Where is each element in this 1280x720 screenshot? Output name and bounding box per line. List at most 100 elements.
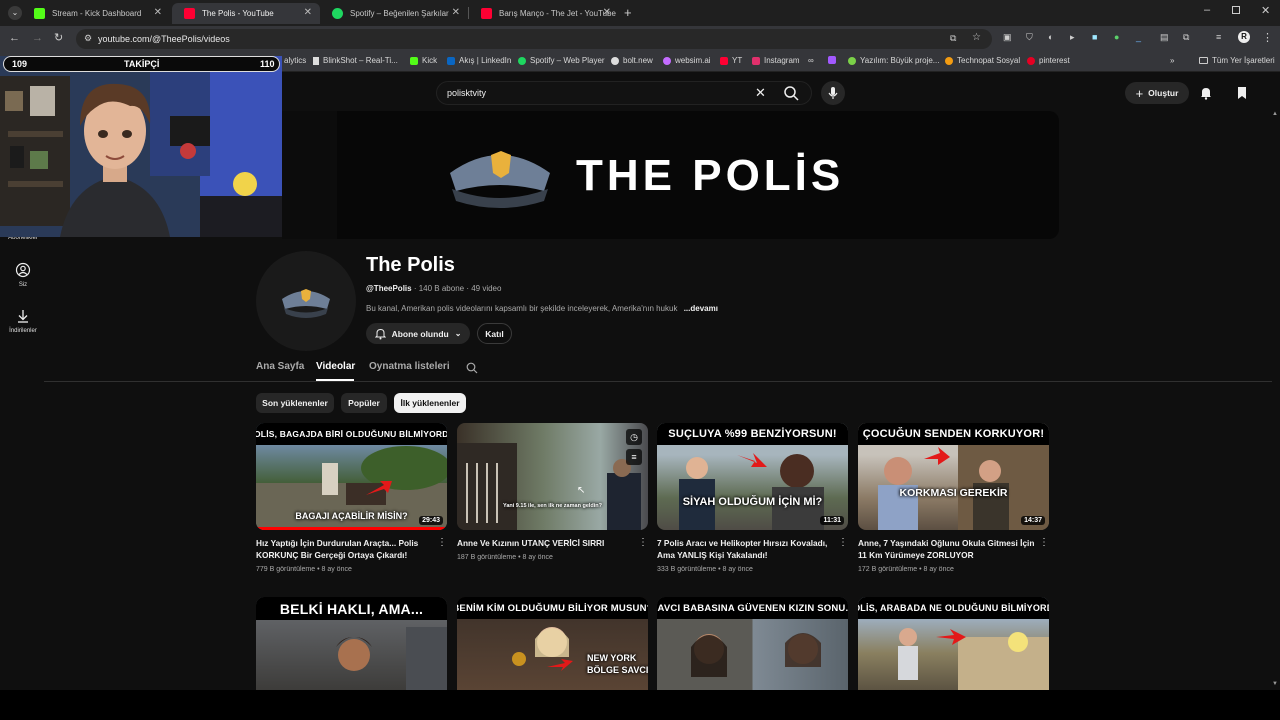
sidebar-item-downloads[interactable]: İndirilenler [4,308,42,334]
voice-search-button[interactable] [821,81,845,105]
extension-icon[interactable]: ▣ [1003,32,1012,43]
chip-oldest[interactable]: İlk yüklenenler [394,393,466,413]
profile-avatar-icon[interactable]: R [1238,31,1250,43]
add-to-queue-icon[interactable]: ≡ [626,449,642,465]
video-card[interactable]: SAVCI BABASINA GÜVENEN KIZIN SONU... [657,597,848,690]
video-title[interactable]: Anne Ve Kızının UTANÇ VERİCİ SIRRI [457,537,635,549]
watch-later-icon[interactable]: ◷ [626,429,642,445]
close-tab-icon[interactable]: ✕ [304,7,312,18]
tab-playlists[interactable]: Oynatma listeleri [369,361,450,372]
channel-description[interactable]: Bu kanal, Amerikan polis videolarını kap… [366,304,718,313]
bookmark-icon-only[interactable] [828,56,836,64]
scroll-up-icon[interactable]: ▲ [1272,111,1278,117]
video-thumbnail[interactable]: BELKİ HAKLI, AMA... [256,597,447,690]
minimize-window-icon[interactable]: – [1204,4,1210,16]
chip-popular[interactable]: Popüler [341,393,387,413]
video-card[interactable]: BENİM KİM OLDUĞUMU BİLİYOR MUSUN? NEW YO… [457,597,648,690]
tab-videos[interactable]: Videolar [316,361,355,372]
description-more-link[interactable]: ...devamı [684,304,718,313]
forward-icon[interactable]: → [32,32,43,44]
channel-search-icon[interactable] [466,361,478,379]
browser-tab-spotify[interactable]: Spotify – Beğenilen Şarkılar ✕ [320,3,468,24]
extension-icon[interactable]: ● [1114,32,1119,42]
site-info-icon[interactable]: ⚙ [84,33,92,44]
browser-tab-youtube[interactable]: The Polis - YouTube ✕ [172,3,320,24]
browser-menu-icon[interactable]: ⋮ [1262,31,1273,44]
browser-tab-youtube-2[interactable]: Barış Manço - The Jet - YouTube ✕ [469,3,619,24]
page-scrollbar[interactable]: ▲ ▼ [1272,111,1280,690]
new-tab-icon[interactable]: + [624,5,632,20]
close-window-icon[interactable]: ✕ [1261,4,1270,17]
more-actions-icon[interactable]: ⋮ [1039,537,1049,548]
maximize-window-icon[interactable] [1232,6,1240,14]
video-card[interactable]: SUÇLUYA %99 BENZİYORSUN! SİYAH OLDUĞUM İ… [657,423,848,573]
create-button[interactable]: + Oluştur [1125,82,1189,104]
all-bookmarks-folder[interactable]: Tüm Yer İşaretleri [1199,56,1275,65]
clear-search-icon[interactable]: ✕ [755,85,766,101]
chip-latest[interactable]: Son yüklenenler [256,393,334,413]
video-thumbnail[interactable]: POLİS, ARABADA NE OLDUĞUNU BİLMİYORDU [858,597,1049,690]
scroll-down-icon[interactable]: ▼ [1272,681,1278,687]
bookmark-item[interactable]: BlinkShot – Real-Ti... [313,56,398,65]
video-meta: 333 B görüntüleme • 8 ay önce [657,566,753,573]
bookmark-star-icon[interactable]: ☆ [972,32,981,43]
more-actions-icon[interactable]: ⋮ [838,537,848,548]
close-tab-icon[interactable]: ✕ [603,7,611,18]
join-button[interactable]: Katıl [477,323,512,344]
media-controls-icon[interactable]: ≡ [1216,32,1221,42]
channel-avatar[interactable] [256,251,356,351]
extension-icon[interactable]: ▸ [1070,32,1075,43]
bookmark-item[interactable]: Spotify – Web Player [518,56,605,65]
video-thumbnail[interactable]: BENİM KİM OLDUĞUMU BİLİYOR MUSUN? NEW YO… [457,597,648,690]
thumbnail-caption: POLİS, ARABADA NE OLDUĞUNU BİLMİYORDU [858,597,1049,619]
video-card[interactable]: ÇOCUĞUN SENDEN KORKUYOR! KORKMASI GEREKİ… [858,423,1049,573]
back-icon[interactable]: ← [9,32,20,44]
video-title[interactable]: 7 Polis Aracı ve Helikopter Hırsızı Kova… [657,537,835,561]
bookmark-item[interactable]: Instagram [752,56,800,65]
more-actions-icon[interactable]: ⋮ [437,537,447,548]
video-thumbnail[interactable]: ◷ ≡ Yani 9.15 ile, sen ilk ne zaman geld… [457,423,648,530]
extension-icon[interactable]: _ [1136,32,1141,42]
video-thumbnail[interactable]: ÇOCUĞUN SENDEN KORKUYOR! KORKMASI GEREKİ… [858,423,1049,530]
bookmark-item[interactable]: YT [720,56,742,65]
video-card[interactable]: POLİS, ARABADA NE OLDUĞUNU BİLMİYORDU [858,597,1049,690]
shield-extension-icon[interactable]: ⛉ [1026,32,1033,43]
tab-home[interactable]: Ana Sayfa [256,361,304,372]
video-card[interactable]: POLİS, BAGAJDA BİRİ OLDUĞUNU BİLMİYORDU … [256,423,447,573]
video-card[interactable]: BELKİ HAKLI, AMA... [256,597,447,690]
bookmark-item[interactable]: websim.ai [663,56,711,65]
extension-icon[interactable]: ■ [1092,32,1097,42]
bookmark-item[interactable]: Yazılım: Büyük proje... [848,56,939,65]
close-tab-icon[interactable]: ✕ [154,7,162,18]
extension-icon[interactable]: ◐ [1048,32,1053,42]
video-title[interactable]: Anne, 7 Yaşındaki Oğlunu Okula Gitmesi İ… [858,537,1036,561]
bookmark-item[interactable]: Technopat Sosyal [945,56,1020,65]
bookmark-item[interactable]: Kick [410,56,437,65]
install-app-icon[interactable]: ⧉ [950,33,956,44]
browser-tab-kick[interactable]: Stream - Kick Dashboard ✕ [22,3,170,24]
bookmark-icon-only[interactable]: ∞ [808,56,814,65]
sidebar-item-you[interactable]: Siz [4,262,42,288]
extension-icon[interactable]: ▤ [1160,32,1169,43]
video-card[interactable]: ◷ ≡ Yani 9.15 ile, sen ilk ne zaman geld… [457,423,648,561]
account-avatar-icon[interactable] [1236,86,1248,100]
tab-search-icon[interactable]: ⌄ [8,6,22,20]
bookmark-item[interactable]: alytics [284,56,306,65]
close-tab-icon[interactable]: ✕ [452,7,460,18]
more-bookmarks-icon[interactable]: » [1170,56,1174,65]
video-thumbnail[interactable]: POLİS, BAGAJDA BİRİ OLDUĞUNU BİLMİYORDU … [256,423,447,530]
search-button[interactable] [774,81,810,105]
address-bar[interactable]: ⚙ youtube.com/@TheePolis/videos ⧉ ☆ [76,29,992,49]
bookmark-item[interactable]: bolt.new [611,56,653,65]
extensions-puzzle-icon[interactable]: ⧉ [1183,32,1189,43]
bookmark-item[interactable]: Akış | LinkedIn [447,56,511,65]
video-title[interactable]: Hız Yaptığı İçin Durdurulan Araçta... Po… [256,537,434,561]
bookmark-item[interactable]: pinterest [1027,56,1070,65]
reload-icon[interactable]: ↻ [54,31,63,44]
notifications-bell-icon[interactable] [1199,86,1213,105]
subscribed-button[interactable]: Abone olundu ⌄ [366,323,470,344]
youtube-search-input[interactable]: polisktvity ✕ [436,81,812,105]
more-actions-icon[interactable]: ⋮ [638,537,648,548]
video-thumbnail[interactable]: SUÇLUYA %99 BENZİYORSUN! SİYAH OLDUĞUM İ… [657,423,848,530]
video-thumbnail[interactable]: SAVCI BABASINA GÜVENEN KIZIN SONU... [657,597,848,690]
